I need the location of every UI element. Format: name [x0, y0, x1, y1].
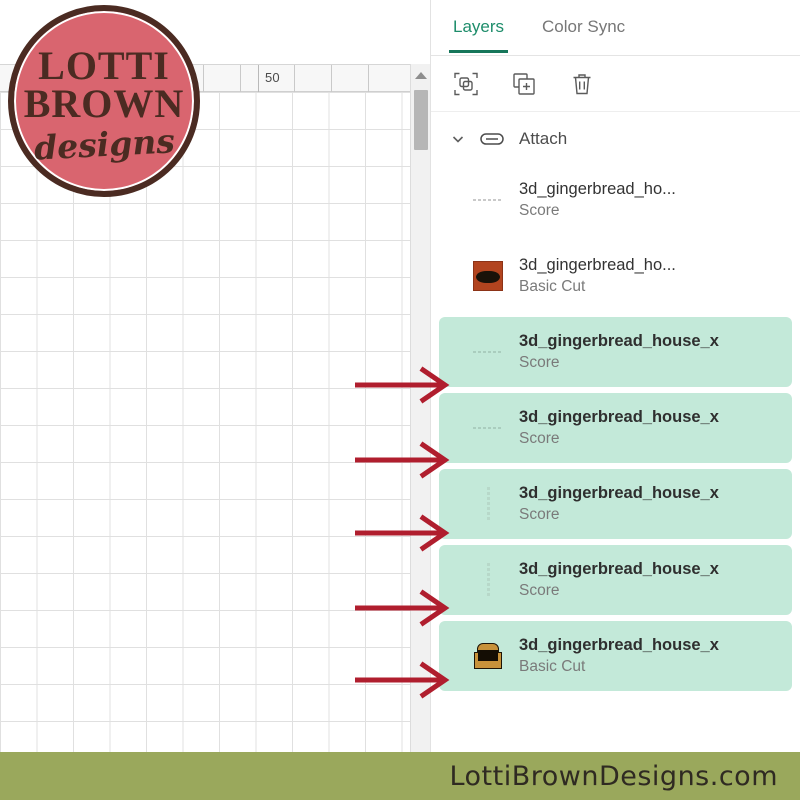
duplicate-button[interactable] [511, 71, 537, 97]
dashed-line-vertical-thumb [471, 563, 505, 597]
tab-color-sync[interactable]: Color Sync [538, 17, 629, 53]
layer-operation: Score [519, 202, 560, 219]
layer-name: 3d_gingerbread_house_x [519, 408, 719, 426]
canvas-vertical-scrollbar[interactable] [410, 64, 430, 752]
layer-text: 3d_gingerbread_house_x Score [519, 484, 719, 524]
layer-operation: Basic Cut [519, 278, 586, 295]
dashed-line-horizontal-thumb [471, 335, 505, 369]
dashed-line-horizontal-thumb [471, 183, 505, 217]
layer-text: 3d_gingerbread_ho... Basic Cut [519, 256, 676, 296]
layer-text: 3d_gingerbread_ho... Score [519, 180, 676, 220]
canvas-grid[interactable] [0, 92, 410, 752]
logo-line-1: LOTTI [38, 42, 170, 88]
footer-bar: LottiBrownDesigns.com [0, 752, 800, 800]
table-row[interactable]: 3d_gingerbread_house_x Basic Cut [439, 621, 792, 691]
group-select-icon [454, 72, 478, 95]
paperclip-icon [480, 133, 504, 145]
layers-panel: Layers Color Sync Attach 3d_gingerbread_… [430, 0, 800, 752]
layer-text: 3d_gingerbread_house_x Basic Cut [519, 636, 719, 676]
delete-button[interactable] [569, 71, 595, 97]
panel-tabs: Layers Color Sync [431, 0, 800, 56]
table-row[interactable]: 3d_gingerbread_house_x Score [439, 469, 792, 539]
ruler-label-50: 50 [265, 70, 280, 85]
gingerbread-dark-thumb [471, 259, 505, 293]
footer-website-text: LottiBrownDesigns.com [449, 760, 778, 792]
layer-operation: Score [519, 430, 560, 447]
lotti-brown-logo: LOTTI BROWN designs [8, 5, 200, 197]
chevron-down-icon[interactable] [451, 132, 465, 146]
layers-list[interactable]: Attach 3d_gingerbread_ho... Score 3d_gin… [431, 113, 800, 752]
layer-operation: Score [519, 506, 560, 523]
logo-line-2: BROWN [23, 80, 185, 126]
layer-name: 3d_gingerbread_house_x [519, 636, 719, 654]
layer-text: 3d_gingerbread_house_x Score [519, 560, 719, 600]
table-row[interactable]: 3d_gingerbread_ho... Score [439, 165, 792, 235]
logo-line-3: designs [32, 120, 176, 168]
layer-operation: Score [519, 354, 560, 371]
dashed-line-horizontal-thumb [471, 411, 505, 445]
duplicate-icon [513, 72, 535, 95]
layer-operation: Basic Cut [519, 658, 586, 675]
layer-text: 3d_gingerbread_house_x Score [519, 408, 719, 448]
layer-text: 3d_gingerbread_house_x Score [519, 332, 719, 372]
layer-name: 3d_gingerbread_ho... [519, 180, 676, 198]
layer-name: 3d_gingerbread_house_x [519, 332, 719, 350]
table-row[interactable]: 3d_gingerbread_ho... Basic Cut [439, 241, 792, 311]
gingerbread-house-thumb [471, 639, 505, 673]
trash-icon [573, 73, 591, 94]
tab-layers[interactable]: Layers [449, 17, 509, 53]
layer-operation: Score [519, 582, 560, 599]
scroll-up-arrow-icon[interactable] [411, 64, 430, 86]
table-row[interactable]: 3d_gingerbread_house_x Score [439, 545, 792, 615]
scrollbar-thumb[interactable] [414, 90, 428, 150]
layer-name: 3d_gingerbread_house_x [519, 560, 719, 578]
dashed-line-vertical-thumb [471, 487, 505, 521]
screenshot-root: 50 LOTTI BROWN designs Layers Color Sync [0, 0, 800, 800]
group-button[interactable] [453, 71, 479, 97]
layer-group-attach[interactable]: Attach [431, 113, 800, 165]
layer-group-label: Attach [519, 129, 568, 148]
table-row[interactable]: 3d_gingerbread_house_x Score [439, 317, 792, 387]
table-row[interactable]: 3d_gingerbread_house_x Score [439, 393, 792, 463]
layer-name: 3d_gingerbread_house_x [519, 484, 719, 502]
layer-name: 3d_gingerbread_ho... [519, 256, 676, 274]
layers-toolbar [431, 56, 800, 112]
